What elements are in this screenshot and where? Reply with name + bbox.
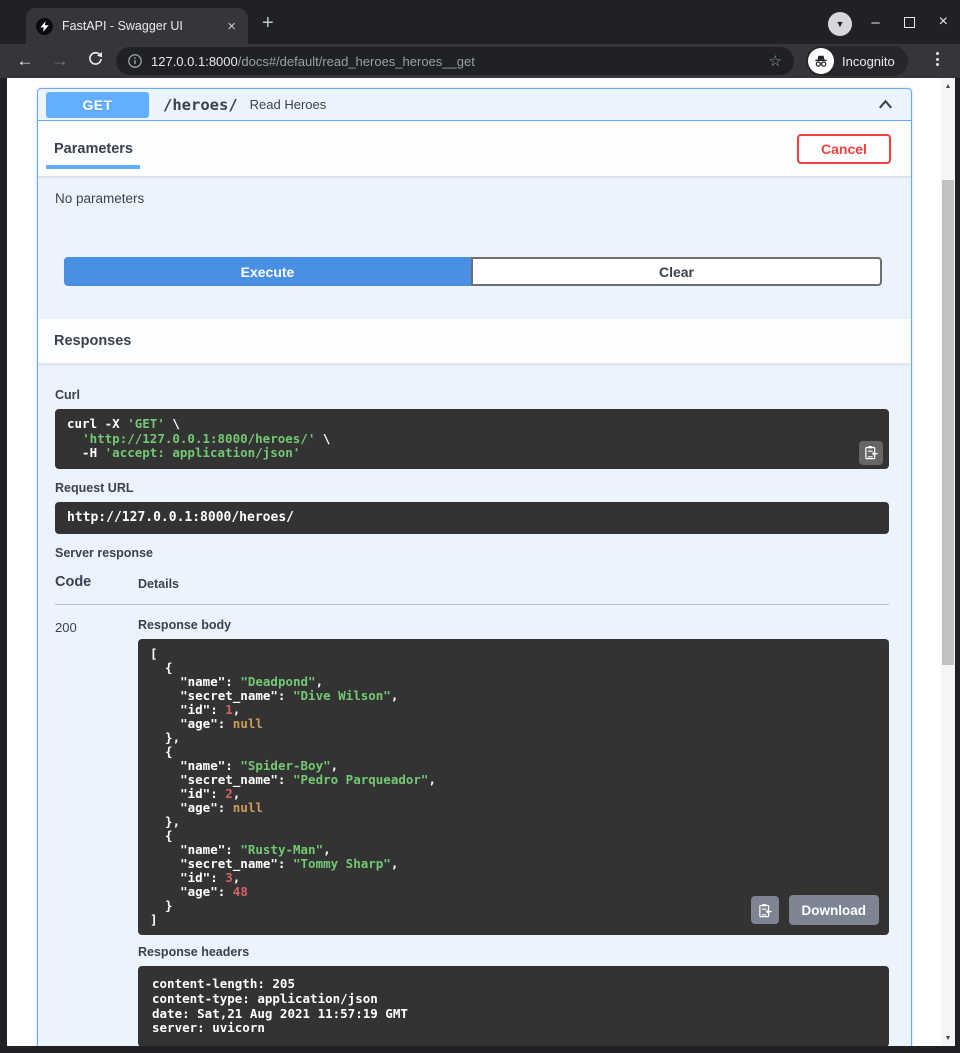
responses-title: Responses [54, 333, 131, 349]
url-pathname: /docs#/default/read_heroes_heroes__get [238, 54, 475, 69]
maximize-button[interactable] [904, 17, 915, 28]
page-scrollbar[interactable]: ▲ ▼ [941, 78, 955, 1046]
scroll-up-arrow[interactable]: ▲ [941, 80, 955, 92]
browser-menu-button[interactable] [932, 52, 942, 66]
response-headers-label: Response headers [138, 945, 889, 959]
parameters-body: No parameters Execute Clear [38, 177, 911, 319]
incognito-label: Incognito [842, 54, 895, 69]
operation-block-get-heroes: GET /heroes/ Read Heroes Parameters Canc… [37, 88, 912, 1046]
bookmark-star-icon[interactable]: ☆ [769, 52, 782, 70]
method-badge: GET [46, 92, 149, 118]
curl-command-block: curl -X 'GET' \ 'http://127.0.0.1:8000/h… [55, 409, 889, 469]
response-body-label: Response body [138, 618, 889, 632]
new-tab-button[interactable]: + [262, 13, 274, 33]
clear-button[interactable]: Clear [471, 257, 882, 286]
cancel-button[interactable]: Cancel [797, 134, 891, 164]
active-tab-underline [46, 165, 140, 169]
response-headers-block: content-length: 205content-type: applica… [138, 966, 889, 1046]
curl-label: Curl [55, 388, 889, 402]
curl-block-wrapper: curl -X 'GET' \ 'http://127.0.0.1:8000/h… [55, 409, 889, 469]
site-info-icon[interactable] [128, 54, 142, 68]
tab-search-button[interactable]: ▼ [828, 12, 852, 36]
execute-button[interactable]: Execute [64, 257, 471, 286]
copy-curl-button[interactable] [859, 441, 883, 465]
request-url-block: http://127.0.0.1:8000/heroes/ [55, 502, 889, 535]
forward-button[interactable]: → [49, 51, 71, 71]
parameters-tab: Parameters [54, 141, 133, 157]
swagger-page: GET /heroes/ Read Heroes Parameters Canc… [7, 78, 941, 1046]
back-button[interactable]: ← [14, 51, 36, 71]
status-code: 200 [55, 618, 138, 1046]
response-body-block: [ { "name": "Deadpond", "secret_name": "… [138, 639, 889, 935]
copy-response-button[interactable] [751, 896, 779, 924]
operation-summary-text: Read Heroes [250, 97, 327, 112]
incognito-icon [808, 48, 834, 74]
request-url-label: Request URL [55, 481, 889, 495]
caret-down-icon: ▼ [836, 20, 845, 29]
address-bar[interactable]: 127.0.0.1:8000/docs#/default/read_heroes… [116, 47, 794, 75]
response-details: Response body [ { "name": "Deadpond", "s… [138, 618, 889, 1046]
download-button[interactable]: Download [789, 895, 880, 925]
server-response-label: Server response [55, 546, 889, 560]
scrollbar-thumb[interactable] [942, 180, 954, 665]
no-parameters-message: No parameters [55, 191, 144, 206]
operation-path: /heroes/ [163, 96, 238, 114]
reload-button[interactable] [84, 51, 106, 71]
response-body-wrapper: [ { "name": "Deadpond", "secret_name": "… [138, 639, 889, 935]
titlebar: FastAPI - Swagger UI × + ▼ – × [0, 0, 960, 44]
window-close-button[interactable]: × [939, 14, 948, 30]
minimize-button[interactable]: – [871, 15, 879, 30]
url-text: 127.0.0.1:8000/docs#/default/read_heroes… [151, 54, 761, 69]
tab-title: FastAPI - Swagger UI [62, 19, 223, 33]
response-row-200: 200 Response body [ { "name": "Deadpond"… [55, 605, 889, 1046]
tab-close-icon[interactable]: × [223, 17, 240, 36]
details-column-header: Details [138, 574, 179, 591]
operation-summary[interactable]: GET /heroes/ Read Heroes [38, 89, 911, 121]
parameters-header: Parameters Cancel [38, 121, 911, 177]
execute-row: Execute Clear [64, 257, 882, 286]
collapse-chevron-icon[interactable] [876, 95, 895, 114]
responses-header: Responses [38, 319, 911, 364]
incognito-badge: Incognito [806, 46, 908, 76]
nav-icons: ← → [14, 44, 106, 78]
response-table-header: Code Details [55, 570, 889, 605]
code-column-header: Code [55, 574, 138, 591]
window-controls: – × [871, 11, 948, 33]
browser-tab[interactable]: FastAPI - Swagger UI × [26, 8, 248, 44]
response-body-actions: Download [751, 895, 880, 925]
responses-body: Curl curl -X 'GET' \ 'http://127.0.0.1:8… [38, 364, 911, 1046]
url-host: 127.0.0.1:8000 [151, 54, 238, 69]
fastapi-favicon-icon [36, 18, 53, 35]
server-response-table: Code Details 200 Response body [ { "name… [55, 570, 889, 1046]
scroll-down-arrow[interactable]: ▼ [941, 1032, 955, 1044]
